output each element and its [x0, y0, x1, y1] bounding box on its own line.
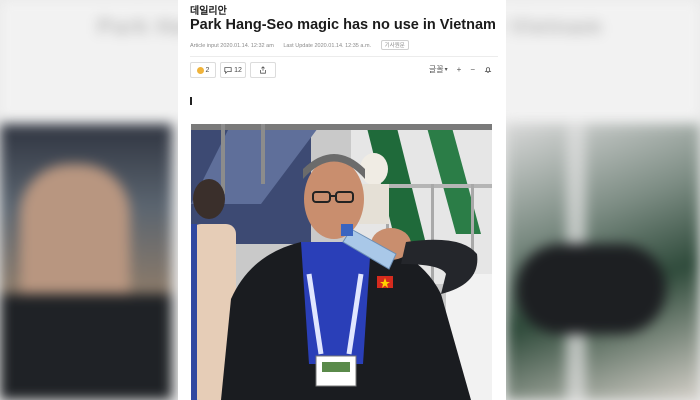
reaction-count: 2: [205, 66, 210, 74]
blurred-photo-left: [0, 124, 172, 400]
text-cursor: [190, 97, 192, 105]
print-button[interactable]: [484, 66, 492, 74]
blurred-photo-right: [506, 124, 700, 400]
reaction-button[interactable]: 2: [190, 62, 216, 78]
share-icon: [260, 66, 266, 74]
article-card: 데일리안 Park Hang-Seo magic has no use in V…: [178, 0, 506, 400]
blurred-shadow: [0, 294, 172, 400]
original-article-link[interactable]: 기사원문: [380, 40, 409, 50]
font-setting-button[interactable]: 글꼴 ▾: [429, 64, 448, 75]
font-decrease-button[interactable]: −: [470, 65, 475, 74]
font-increase-button[interactable]: +: [457, 65, 462, 74]
article-actions: 2 12: [190, 62, 276, 78]
photo-illustration: [191, 124, 492, 400]
comment-button[interactable]: 12: [220, 62, 246, 78]
chevron-down-icon: ▾: [444, 67, 448, 73]
font-label: 글꼴: [428, 65, 444, 74]
blurred-shape: [516, 244, 666, 334]
update-date: Last Update 2020.01.14. 12:35 a.m.: [283, 43, 372, 49]
news-source[interactable]: 데일리안: [190, 2, 227, 17]
share-button[interactable]: [250, 62, 276, 78]
smiley-icon: [196, 66, 204, 74]
article-photo[interactable]: [191, 124, 492, 400]
bell-icon: [484, 66, 492, 73]
input-date: Article input 2020.01.14. 12:32 am: [190, 43, 274, 49]
comment-icon: [224, 67, 232, 74]
comment-count: 12: [234, 66, 242, 74]
plus-icon: +: [456, 65, 462, 74]
reading-tools: 글꼴 ▾ + −: [429, 64, 492, 75]
article-meta: Article input 2020.01.14. 12:32 am Last …: [190, 40, 417, 50]
article-headline: Park Hang-Seo magic has no use in Vietna…: [190, 17, 496, 33]
minus-icon: −: [470, 65, 475, 74]
divider: [190, 56, 498, 57]
